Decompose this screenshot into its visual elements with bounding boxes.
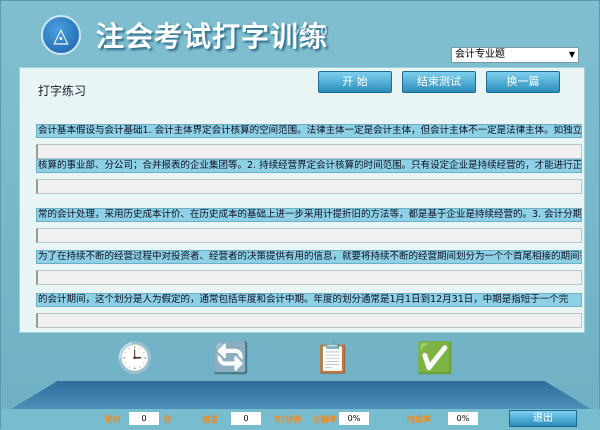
typing-input[interactable] [36,144,582,159]
subject-select-value: 会计专业题 [455,49,505,60]
typing-row: 会计基本假设与会计基础1. 会计主体界定会计核算的空间范围。法律主体一定是会计主… [36,124,582,159]
source-text-line: 常的会计处理，采用历史成本计价、在历史成本的基础上进一步采用计提折旧的方法等，都… [36,208,582,222]
source-text-line: 核算的事业部、分公司；合并报表的企业集团等。2. 持续经营界定会计核算的时间范围… [36,159,582,173]
app-window: ◬ 注会考试打字训练 v3.1.0 会计专业题 ▼ 打字练习 开 始 结束测试 换… [0,0,600,430]
start-button[interactable]: 开 始 [318,71,392,93]
subject-select[interactable]: 会计专业题 ▼ [451,47,579,63]
platform-decoration [11,381,591,409]
end-test-button[interactable]: 结束测试 [402,71,476,93]
checkmark-icon: ✅ [416,341,454,376]
stats-bar: 用时 0 秒 速度 0 字/分钟 正确率 0% 完成率 0% 退出 [1,409,600,430]
speed-unit: 字/分钟 [274,415,301,424]
time-label: 用时 [105,415,121,424]
completion-value: 0% [448,412,478,425]
panel-title: 打字练习 [38,84,87,98]
change-article-button[interactable]: 换一篇 [486,71,560,93]
typing-input[interactable] [36,228,582,243]
document-check-icon: 📋 [314,341,352,376]
typing-panel: 打字练习 开 始 结束测试 换一篇 会计基本假设与会计基础1. 会计主体界定会计… [19,67,585,333]
speed-value: 0 [231,412,261,425]
source-text-line: 为了在持续不断的经营过程中对投资者、经营者的决策提供有用的信息，就要将持续不断的… [36,250,582,264]
typing-input[interactable] [36,179,582,194]
typing-row: 为了在持续不断的经营过程中对投资者、经营者的决策提供有用的信息，就要将持续不断的… [36,250,582,285]
completion-label: 完成率 [407,415,431,424]
source-text-line: 的会计期间，这个划分是人为假定的，通常包括年度和会计中期。年度的划分通常是1月1… [36,293,582,307]
exit-button[interactable]: 退出 [509,410,577,427]
typing-row: 常的会计处理，采用历史成本计价、在历史成本的基础上进一步采用计提折旧的方法等，都… [36,208,582,243]
bottom-area: 🕒 🔄 📋 ✅ 用时 0 秒 速度 0 字/分钟 正确率 0% 完成率 0% 退… [1,333,600,430]
chevron-down-icon: ▼ [568,50,575,59]
speed-label: 速度 [202,415,218,424]
source-text-line: 会计基本假设与会计基础1. 会计主体界定会计核算的空间范围。法律主体一定是会计主… [36,124,582,138]
typing-input[interactable] [36,313,582,328]
app-version: v3.1.0 [293,25,328,38]
accuracy-label: 正确率 [313,415,337,424]
typing-input[interactable] [36,270,582,285]
typing-row: 的会计期间，这个划分是人为假定的，通常包括年度和会计中期。年度的划分通常是1月1… [36,293,582,328]
accuracy-value: 0% [339,412,369,425]
time-unit: 秒 [164,415,172,424]
refresh-icon: 🔄 [212,341,250,376]
typing-row: 核算的事业部、分公司；合并报表的企业集团等。2. 持续经营界定会计核算的时间范围… [36,159,582,194]
clock-icon: 🕒 [116,341,154,376]
logo-icon: ◬ [41,15,81,55]
time-value: 0 [129,412,159,425]
